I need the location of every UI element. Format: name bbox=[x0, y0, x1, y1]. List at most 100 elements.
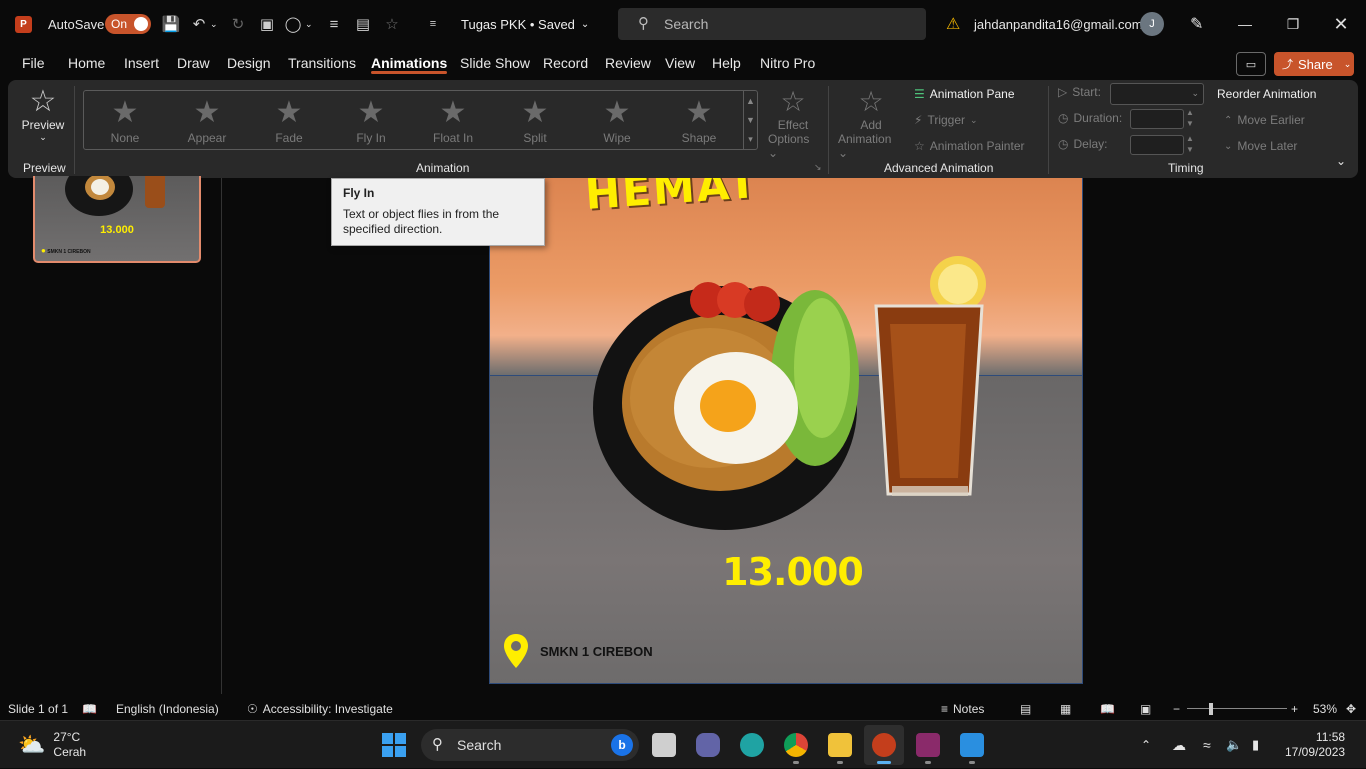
animation-shape[interactable]: ★ Shape bbox=[658, 91, 740, 149]
animation-dialog-launcher-icon[interactable]: ↘ bbox=[814, 162, 822, 173]
accessibility-indicator[interactable]: ☉ Accessibility: Investigate bbox=[247, 698, 393, 720]
restore-button[interactable]: ❐ bbox=[1270, 0, 1316, 48]
effect-options-button[interactable]: ☆ Effect Options ⌄ bbox=[768, 86, 818, 160]
task-view-icon[interactable] bbox=[644, 725, 684, 765]
customize-toolbar-icon[interactable]: ≡ bbox=[424, 0, 442, 48]
autosave-toggle[interactable]: On bbox=[105, 0, 151, 48]
document-title[interactable]: Tugas PKK • Saved ⌄ bbox=[461, 0, 589, 48]
file-explorer-icon[interactable] bbox=[820, 725, 860, 765]
title-bar: P AutoSave On 💾 ↶ ⌄ ↻ ▣ ◯ ⌄ ≡ ▤ ☆ ≡ Tuga… bbox=[0, 0, 1366, 48]
tab-design[interactable]: Design bbox=[227, 48, 271, 78]
wifi-icon[interactable]: ≈ bbox=[1203, 721, 1211, 769]
delay-spinner[interactable]: ▲ ▼ bbox=[1186, 133, 1194, 155]
animation-split[interactable]: ★ Split bbox=[494, 91, 576, 149]
tab-nitro-pro[interactable]: Nitro Pro bbox=[760, 48, 815, 78]
start-button[interactable] bbox=[382, 721, 406, 769]
animation-star-icon[interactable]: ☆ bbox=[383, 0, 401, 48]
start-dropdown[interactable]: ⌄ bbox=[1110, 83, 1204, 105]
zoom-in-icon[interactable]: + bbox=[1291, 698, 1298, 720]
present-icon[interactable]: ▣ bbox=[258, 0, 276, 48]
tab-animations[interactable]: Animations bbox=[371, 48, 448, 78]
clock[interactable]: 11:58 17/09/2023 bbox=[1285, 721, 1345, 769]
animation-wipe[interactable]: ★ Wipe bbox=[576, 91, 658, 149]
photos-icon[interactable] bbox=[952, 725, 992, 765]
search-input[interactable]: ⚲ Search bbox=[618, 8, 926, 40]
zoom-out-icon[interactable]: − bbox=[1173, 698, 1180, 720]
notes-button[interactable]: ≡ Notes bbox=[941, 698, 984, 720]
duration-field[interactable] bbox=[1130, 109, 1184, 129]
animation-painter-button[interactable]: ☆ Animation Painter bbox=[914, 139, 1024, 153]
collapse-ribbon-icon[interactable]: ⌄ bbox=[1336, 154, 1346, 168]
tab-slide-show[interactable]: Slide Show bbox=[460, 48, 530, 78]
star-icon: ★ bbox=[275, 96, 303, 129]
warning-icon[interactable]: ⚠ bbox=[946, 0, 960, 48]
animation-pane-button[interactable]: ☰ Animation Pane bbox=[914, 87, 1015, 101]
move-later-button[interactable]: ⌄ Move Later bbox=[1224, 139, 1297, 153]
gallery-more-icon[interactable]: ▾ bbox=[748, 134, 753, 145]
battery-icon[interactable]: ▮ bbox=[1252, 721, 1259, 769]
tab-view[interactable]: View bbox=[665, 48, 695, 78]
winrar-icon[interactable] bbox=[908, 725, 948, 765]
tab-home[interactable]: Home bbox=[68, 48, 105, 78]
teams-chat-icon[interactable] bbox=[688, 725, 728, 765]
undo-dropdown-icon[interactable]: ⌄ bbox=[210, 0, 218, 48]
reading-view-icon[interactable]: 📖 bbox=[1100, 698, 1115, 720]
taskbar-search[interactable]: ⚲ Search b bbox=[421, 729, 639, 761]
save-icon[interactable]: 💾 bbox=[162, 0, 181, 48]
animation-appear[interactable]: ★ Appear bbox=[166, 91, 248, 149]
powerpoint-taskbar-icon[interactable] bbox=[864, 725, 904, 765]
volume-icon[interactable]: 🔈 bbox=[1226, 721, 1242, 769]
share-button[interactable]: ⤴ Share ⌄ bbox=[1274, 52, 1354, 76]
spelling-icon[interactable]: 📖 bbox=[82, 698, 97, 720]
tab-review[interactable]: Review bbox=[605, 48, 651, 78]
zoom-slider-thumb[interactable] bbox=[1209, 703, 1213, 715]
slide-count[interactable]: Slide 1 of 1 bbox=[8, 698, 68, 720]
animation-fly-in[interactable]: ★ Fly In bbox=[330, 91, 412, 149]
chrome-browser-icon[interactable] bbox=[776, 725, 816, 765]
slide-sorter-icon[interactable]: ▦ bbox=[1060, 698, 1071, 720]
animation-none[interactable]: ★ None bbox=[84, 91, 166, 149]
slide-show-icon[interactable]: ▣ bbox=[1140, 698, 1151, 720]
tab-record[interactable]: Record bbox=[543, 48, 588, 78]
scroll-up-icon[interactable]: ▲ bbox=[746, 96, 755, 106]
slide-thumbnail[interactable]: 13.000 ● SMKN 1 CIREBON bbox=[33, 176, 201, 263]
onedrive-icon[interactable]: ☁ bbox=[1172, 721, 1186, 769]
layout-icon[interactable]: ▤ bbox=[354, 0, 372, 48]
noodle-plate-illustration bbox=[593, 282, 859, 530]
weather-widget[interactable]: ⛅ 27°C Cerah bbox=[18, 721, 86, 769]
show-hidden-icons[interactable]: ⌃ bbox=[1141, 721, 1151, 769]
tab-transitions[interactable]: Transitions bbox=[288, 48, 356, 78]
align-icon[interactable]: ≡ bbox=[325, 0, 343, 48]
undo-icon[interactable]: ↶ bbox=[190, 0, 208, 48]
move-earlier-button[interactable]: ⌃ Move Earlier bbox=[1224, 113, 1305, 127]
account-email[interactable]: jahdanpandita16@gmail.com bbox=[974, 0, 1143, 48]
comments-button[interactable]: ▭ bbox=[1236, 52, 1266, 76]
tab-draw[interactable]: Draw bbox=[177, 48, 210, 78]
slide-canvas[interactable]: HEMAT 13.000 SMKN 1 CIREBON bbox=[489, 178, 1083, 684]
animation-fade[interactable]: ★ Fade bbox=[248, 91, 330, 149]
zoom-slider-track[interactable] bbox=[1187, 708, 1287, 709]
avatar[interactable]: J bbox=[1140, 0, 1164, 48]
tab-help[interactable]: Help bbox=[712, 48, 741, 78]
tab-file[interactable]: File bbox=[22, 48, 45, 78]
close-button[interactable]: ✕ bbox=[1318, 0, 1364, 48]
preview-button[interactable]: ☆ Preview ⌄ bbox=[20, 86, 66, 152]
edge-browser-icon[interactable] bbox=[732, 725, 772, 765]
delay-field[interactable] bbox=[1130, 135, 1184, 155]
scroll-down-icon[interactable]: ▼ bbox=[746, 115, 755, 125]
language-indicator[interactable]: English (Indonesia) bbox=[116, 698, 219, 720]
animation-float-in[interactable]: ★ Float In bbox=[412, 91, 494, 149]
zoom-level[interactable]: 53% bbox=[1313, 698, 1337, 720]
tab-insert[interactable]: Insert bbox=[124, 48, 159, 78]
gallery-scroll[interactable]: ▲ ▼ ▾ bbox=[743, 91, 757, 149]
fit-to-window-icon[interactable]: ✥ bbox=[1346, 698, 1356, 720]
redo-icon[interactable]: ↻ bbox=[229, 0, 247, 48]
shapes-icon[interactable]: ◯ bbox=[284, 0, 302, 48]
minimize-button[interactable]: — bbox=[1222, 0, 1268, 48]
shapes-dropdown-icon[interactable]: ⌄ bbox=[305, 0, 313, 48]
pen-icon[interactable]: ✎ bbox=[1190, 0, 1203, 48]
add-animation-button[interactable]: ☆ Add Animation ⌄ bbox=[838, 86, 904, 160]
duration-spinner[interactable]: ▲ ▼ bbox=[1186, 107, 1194, 129]
trigger-button[interactable]: ⚡ Trigger ⌄ bbox=[914, 113, 978, 127]
normal-view-icon[interactable]: ▤ bbox=[1020, 698, 1031, 720]
